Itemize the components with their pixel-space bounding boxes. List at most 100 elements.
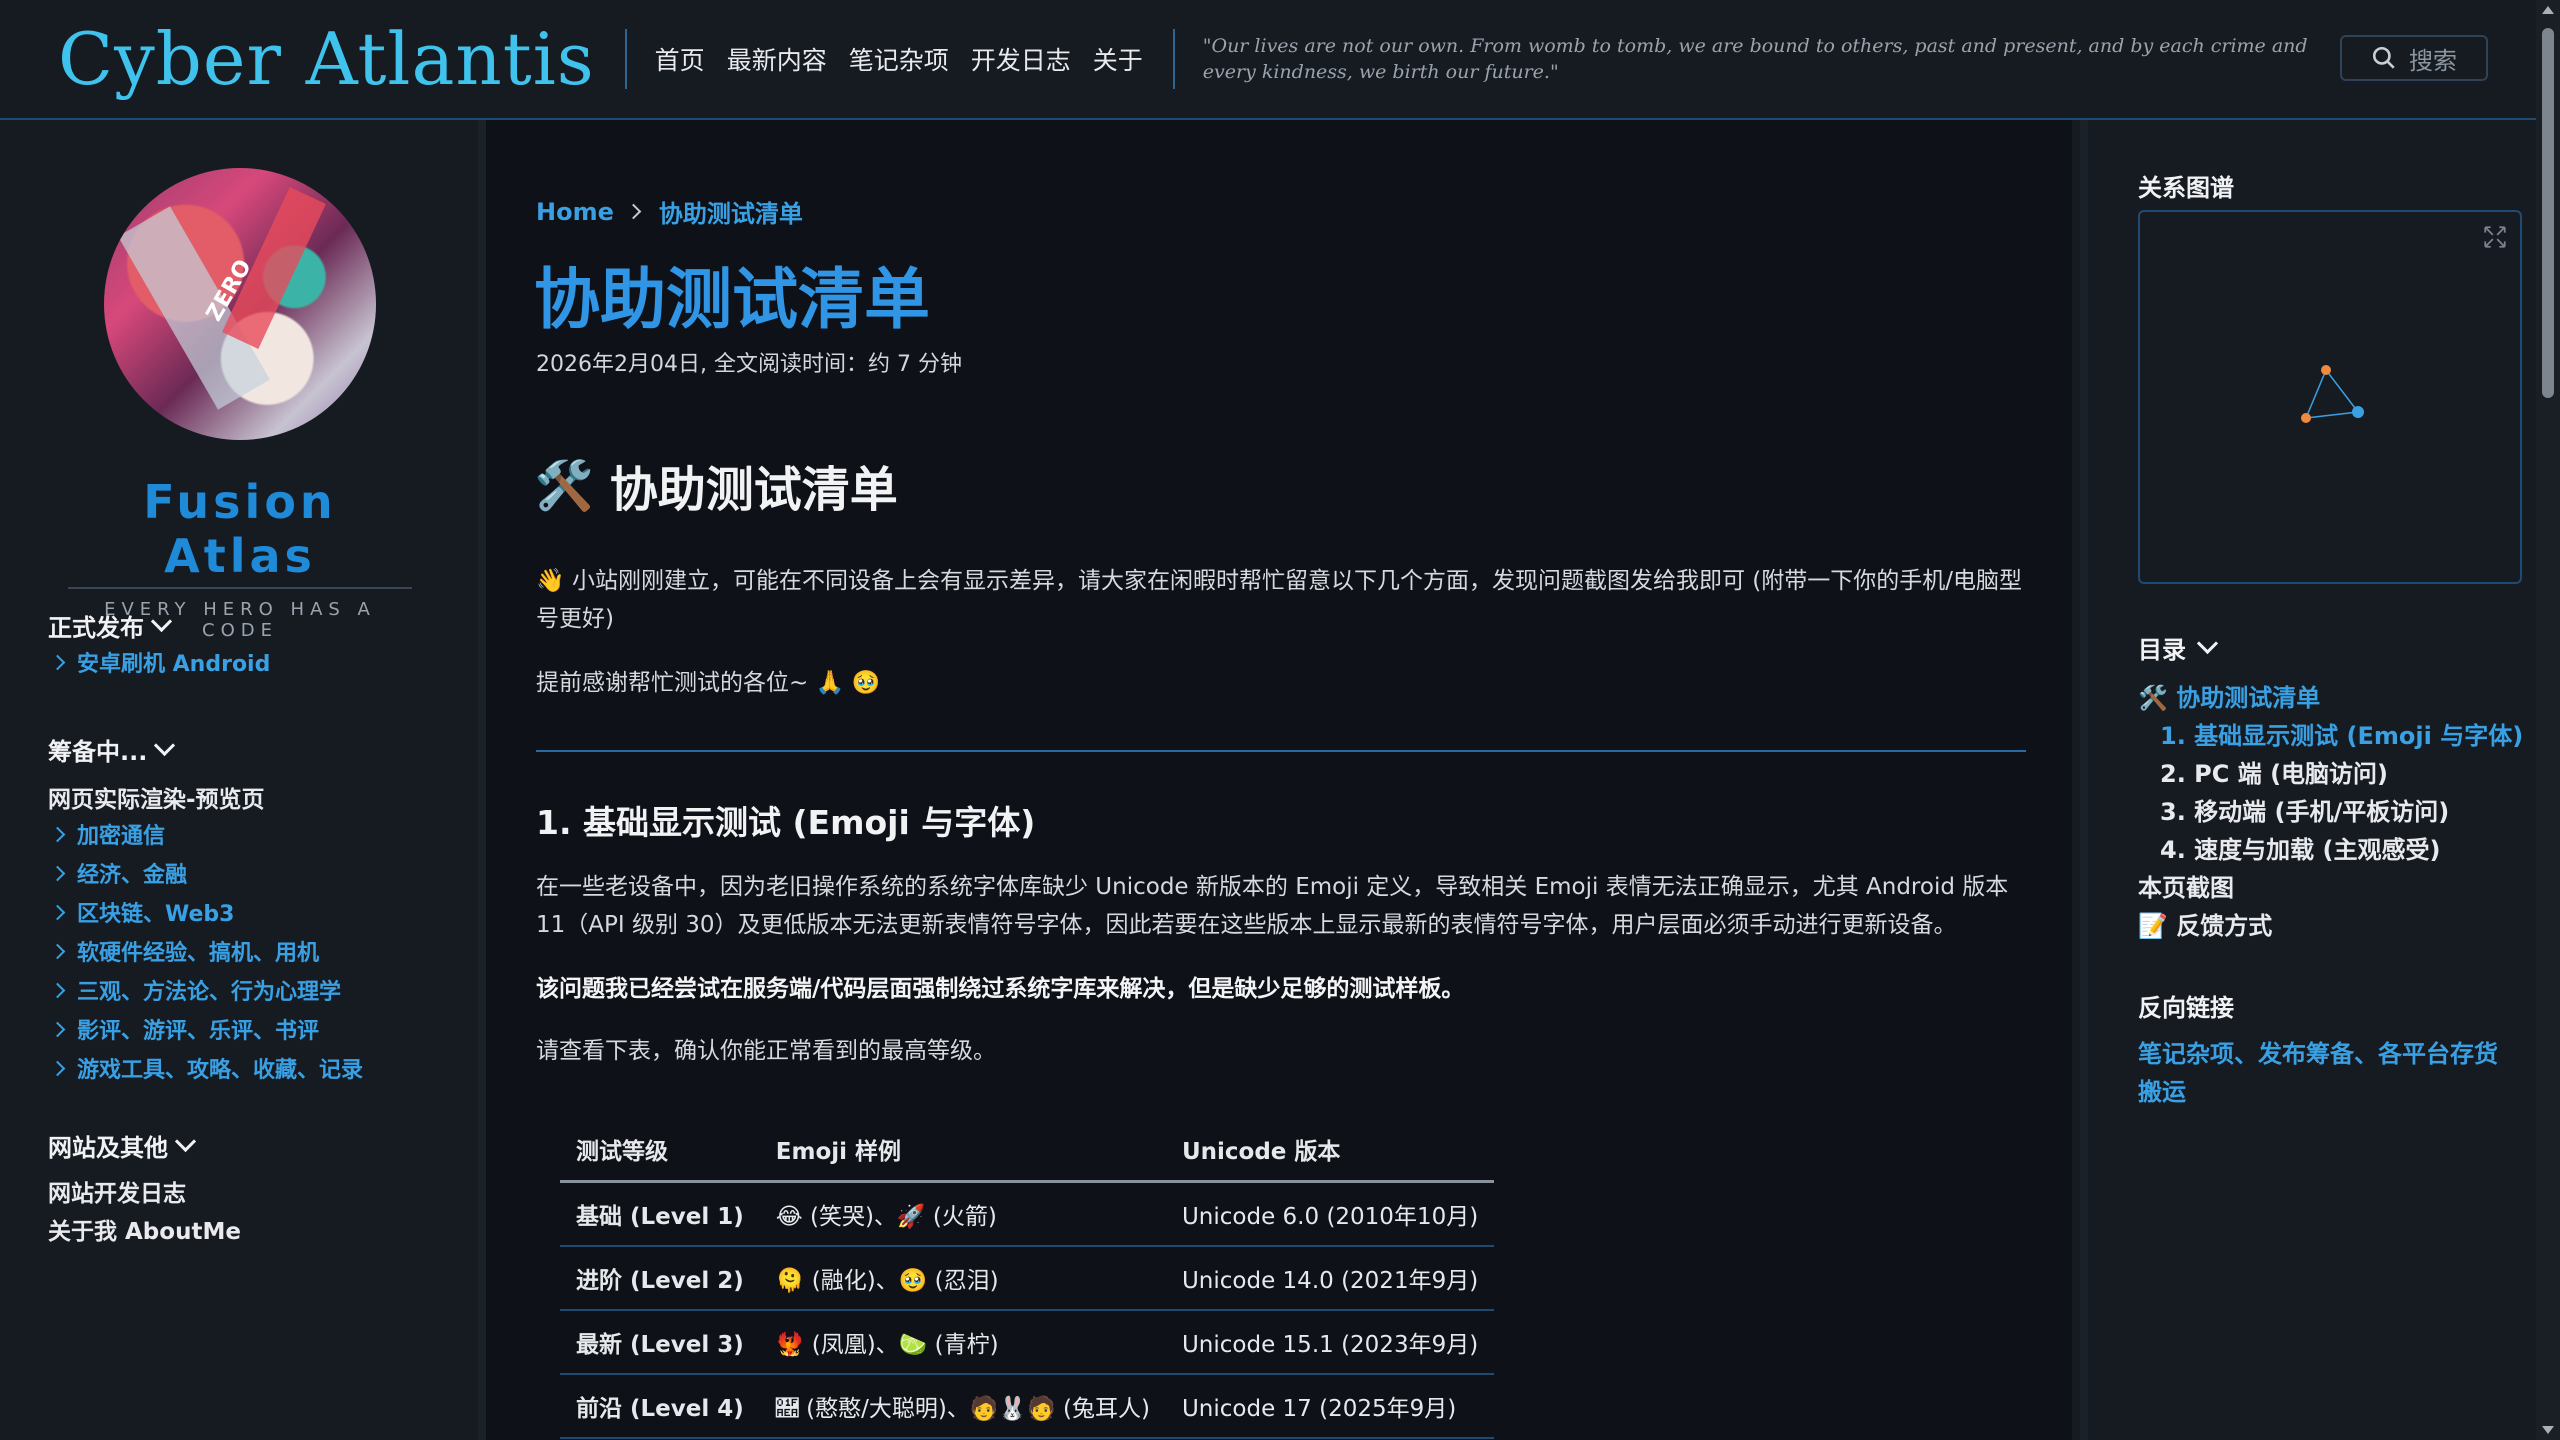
toc-item-basic[interactable]: 1. 基础显示测试 (Emoji 与字体) bbox=[2160, 716, 2523, 751]
section-released[interactable]: 正式发布 bbox=[48, 608, 173, 643]
scroll-down-arrow-icon[interactable] bbox=[2542, 1426, 2554, 1434]
breadcrumb-current[interactable]: 协助测试清单 bbox=[659, 194, 803, 229]
section-preparing[interactable]: 筹备中... bbox=[48, 732, 176, 767]
nav-devlog[interactable]: 开发日志 bbox=[971, 41, 1071, 77]
table-header: Unicode 版本 bbox=[1165, 1116, 1495, 1183]
section-site-other-label: 网站及其他 bbox=[48, 1134, 168, 1162]
table-header-row: 测试等级 Emoji 样例 Unicode 版本 bbox=[560, 1116, 1495, 1183]
sidebar-item-label: 游戏工具、攻略、收藏、记录 bbox=[77, 1058, 364, 1083]
chevron-down-icon bbox=[154, 734, 176, 757]
table-cell: 基础 (Level 1) bbox=[560, 1181, 760, 1247]
table-row: 最新 (Level 3) 🐦‍🔥 (凤凰)、🍋‍🟩 (青柠) Unicode 1… bbox=[560, 1310, 1495, 1375]
table-cell: 最新 (Level 3) bbox=[560, 1310, 760, 1375]
sidebar-item-label: 软硬件经验、搞机、用机 bbox=[77, 941, 320, 966]
sidebar-item-android[interactable]: 安卓刷机 Android bbox=[49, 646, 271, 678]
sidebar-item-label: 安卓刷机 Android bbox=[77, 652, 271, 677]
sidebar-item-psychology[interactable]: 三观、方法论、行为心理学 bbox=[49, 974, 342, 1006]
toc-item-mobile[interactable]: 3. 移动端 (手机/平板访问) bbox=[2160, 792, 2449, 827]
sidebar-item-preview[interactable]: 网页实际渲染-预览页 bbox=[48, 780, 265, 814]
table-cell: 前沿 (Level 4) bbox=[560, 1374, 760, 1439]
table-header: Emoji 样例 bbox=[759, 1116, 1166, 1183]
chevron-right-icon bbox=[49, 1021, 66, 1037]
header-divider-2 bbox=[1172, 29, 1175, 89]
sidebar-item-devlog[interactable]: 网站开发日志 bbox=[48, 1174, 186, 1208]
table-row: 基础 (Level 1) 😂 (笑哭)、🚀 (火箭) Unicode 6.0 (… bbox=[560, 1181, 1495, 1247]
nav-notes[interactable]: 笔记杂项 bbox=[849, 41, 949, 77]
toc-title: 目录 bbox=[2138, 636, 2186, 664]
header-quote: "Our lives are not our own. From womb to… bbox=[1202, 35, 2308, 83]
tools-icon: 🛠️ bbox=[534, 457, 594, 514]
sidebar-item-reviews[interactable]: 影评、游评、乐评、书评 bbox=[49, 1013, 320, 1045]
site-logo[interactable]: Cyber Atlantis bbox=[58, 17, 595, 101]
toc-item-screenshots[interactable]: 本页截图 bbox=[2138, 868, 2234, 903]
toc-item-pc[interactable]: 2. PC 端 (电脑访问) bbox=[2160, 754, 2388, 789]
chevron-down-icon bbox=[2196, 632, 2219, 655]
thanks-paragraph: 提前感谢帮忙测试的各位~ 🙏 🥹 bbox=[536, 670, 881, 696]
wave-icon: 👋 bbox=[536, 568, 565, 594]
body-paragraph-2: 该问题我已经尝试在服务端/代码层面强制绕过系统字库来解决，但是缺少足够的测试样板… bbox=[536, 976, 1465, 1002]
section-heading-text: 协助测试清单 bbox=[609, 462, 898, 518]
body-paragraph-3: 请查看下表，确认你能正常看到的最高等级。 bbox=[536, 1038, 996, 1064]
sidebar-item-finance[interactable]: 经济、金融 bbox=[49, 857, 188, 889]
chevron-down-icon bbox=[150, 610, 173, 633]
table-cell: Unicode 17 (2025年9月) bbox=[1165, 1374, 1495, 1439]
avatar: ZERO bbox=[104, 168, 376, 440]
section-site-other[interactable]: 网站及其他 bbox=[48, 1128, 197, 1163]
sidebar-item-label: 影评、游评、乐评、书评 bbox=[77, 1019, 320, 1044]
sidebar-item-games[interactable]: 游戏工具、攻略、收藏、记录 bbox=[49, 1052, 364, 1084]
chevron-right-icon bbox=[49, 865, 66, 881]
sidebar-item-hardware[interactable]: 软硬件经验、搞机、用机 bbox=[49, 935, 320, 967]
page-title: 协助测试清单 bbox=[534, 261, 930, 338]
breadcrumb: Home 协助测试清单 bbox=[536, 194, 803, 229]
toc-item-feedback[interactable]: 📝 反馈方式 bbox=[2138, 906, 2272, 941]
sidebar-item-label: 经济、金融 bbox=[77, 863, 188, 888]
site-header: Cyber Atlantis 首页 最新内容 笔记杂项 开发日志 关于 "Our… bbox=[0, 0, 2536, 120]
table-cell: 🫠 (融化)、🥹 (忍泪) bbox=[759, 1246, 1166, 1311]
subsection-heading: 1. 基础显示测试 (Emoji 与字体) bbox=[536, 803, 1036, 842]
breadcrumb-home[interactable]: Home bbox=[536, 198, 614, 226]
scroll-up-arrow-icon[interactable] bbox=[2542, 6, 2554, 14]
section-preparing-label: 筹备中... bbox=[48, 738, 148, 766]
scrollbar-thumb[interactable] bbox=[2542, 28, 2554, 398]
toc-item-checklist[interactable]: 🛠️ 协助测试清单 bbox=[2138, 678, 2320, 713]
chevron-right-icon bbox=[49, 1060, 66, 1076]
search-label: 搜索 bbox=[2409, 46, 2457, 75]
toc-toggle[interactable]: 目录 bbox=[2138, 630, 2219, 665]
section-released-label: 正式发布 bbox=[48, 614, 144, 642]
nav-home[interactable]: 首页 bbox=[655, 41, 705, 77]
graph-title: 关系图谱 bbox=[2138, 174, 2234, 202]
backlinks-link[interactable]: 笔记杂项、发布筹备、各平台存货搬运 bbox=[2138, 1035, 2518, 1111]
main-content: Home 协助测试清单 协助测试清单 2026年2月04日, 全文阅读时间：约 … bbox=[486, 120, 2072, 1440]
table-cell: 进阶 (Level 2) bbox=[560, 1246, 760, 1311]
chevron-right-icon bbox=[49, 943, 66, 959]
table-cell: 😂 (笑哭)、🚀 (火箭) bbox=[759, 1181, 1166, 1247]
search-icon bbox=[2372, 46, 2395, 69]
divider bbox=[536, 750, 2026, 752]
chevron-right-icon bbox=[49, 654, 66, 670]
page-scrollbar[interactable] bbox=[2536, 0, 2560, 1440]
search-button[interactable]: 搜索 bbox=[2340, 35, 2488, 81]
section-heading: 🛠️ 协助测试清单 bbox=[534, 450, 898, 520]
table-header: 测试等级 bbox=[560, 1116, 760, 1183]
chevron-right-icon bbox=[49, 982, 66, 998]
relation-graph[interactable] bbox=[2138, 210, 2522, 584]
sidebar-item-blockchain[interactable]: 区块链、Web3 bbox=[49, 896, 234, 928]
chevron-right-icon bbox=[625, 203, 642, 220]
table-cell: Unicode 15.1 (2023年9月) bbox=[1165, 1310, 1495, 1375]
table-row: 前沿 (Level 4) 🫪 (憨憨/大聪明)、🧑‍🐰‍🧑 (兔耳人) Unic… bbox=[560, 1374, 1495, 1439]
body-paragraph-1: 在一些老设备中，因为老旧操作系统的系统字体库缺少 Unicode 新版本的 Em… bbox=[536, 874, 2009, 938]
main-nav: 首页 最新内容 笔记杂项 开发日志 关于 bbox=[655, 41, 1143, 77]
table-cell: Unicode 6.0 (2010年10月) bbox=[1165, 1181, 1495, 1247]
sidebar-item-label: 三观、方法论、行为心理学 bbox=[77, 980, 342, 1005]
toc-item-speed[interactable]: 4. 速度与加载 (主观感受) bbox=[2160, 830, 2440, 865]
sidebar-item-about[interactable]: 关于我 AboutMe bbox=[48, 1212, 241, 1246]
graph-canvas bbox=[2301, 365, 2364, 423]
sidebar-item-label: 加密通信 bbox=[77, 824, 166, 849]
nav-latest[interactable]: 最新内容 bbox=[727, 41, 827, 77]
sidebar-item-encryption[interactable]: 加密通信 bbox=[49, 818, 166, 850]
left-sidebar: ZERO Fusion Atlas EVERY HERO HAS A CODE … bbox=[0, 120, 486, 1440]
table-cell: 🫪 (憨憨/大聪明)、🧑‍🐰‍🧑 (兔耳人) bbox=[759, 1374, 1166, 1439]
header-divider bbox=[624, 29, 627, 89]
nav-about[interactable]: 关于 bbox=[1093, 41, 1143, 77]
table-cell: 🐦‍🔥 (凤凰)、🍋‍🟩 (青柠) bbox=[759, 1310, 1166, 1375]
